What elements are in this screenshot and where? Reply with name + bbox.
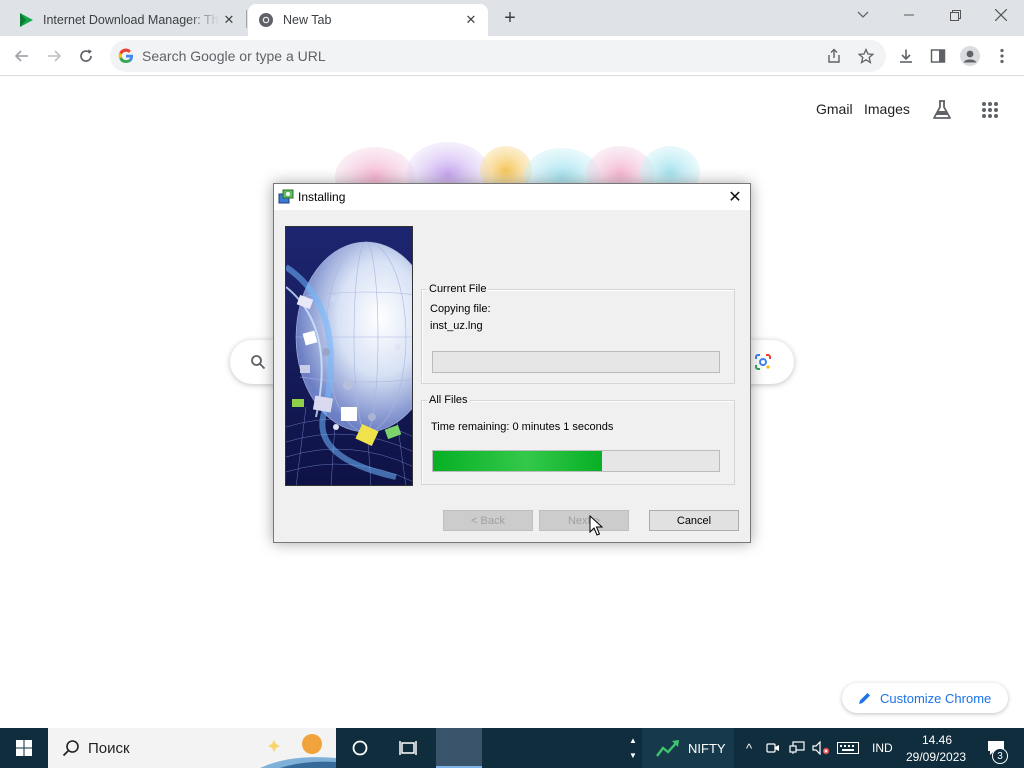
installer-globe-image <box>285 226 413 486</box>
windows-start-icon[interactable] <box>0 728 48 768</box>
labs-flask-icon[interactable] <box>928 96 956 124</box>
notification-count-badge: 3 <box>992 748 1008 764</box>
taskbar-app-idm-installer[interactable] <box>436 728 482 768</box>
current-file-group-label: Current File <box>427 283 489 295</box>
all-files-group-label: All Files <box>427 394 470 406</box>
network-icon[interactable] <box>786 728 808 768</box>
show-hidden-icons-chevron-icon[interactable]: ^ <box>740 728 758 768</box>
all-files-group <box>421 400 735 485</box>
dialog-title: Installing <box>298 190 346 204</box>
gmail-link[interactable]: Gmail <box>816 101 853 117</box>
time-remaining-label: Time remaining: 0 minutes 1 seconds <box>431 421 614 433</box>
clock-time[interactable]: 14.46 <box>922 733 952 747</box>
download-icon[interactable] <box>892 42 920 70</box>
taskbar-search-box[interactable]: Поиск <box>48 728 336 768</box>
windows-taskbar: Поиск ▲ ▼ NIFTY ^ IND 14.46 29/09/2023 3 <box>0 728 1024 768</box>
reload-icon[interactable] <box>72 42 100 70</box>
taskbar-search-placeholder: Поиск <box>88 740 130 757</box>
new-tab-button[interactable]: + <box>498 6 522 30</box>
close-icon[interactable]: ✕ <box>462 11 480 29</box>
mouse-cursor-icon <box>589 514 604 542</box>
stock-chart-icon <box>656 738 680 763</box>
tab-idm[interactable]: Internet Download Manager: Th ✕ <box>8 4 246 36</box>
browser-toolbar: Search Google or type a URL <box>0 36 1024 76</box>
stock-label: NIFTY <box>688 741 726 756</box>
share-icon[interactable] <box>820 42 848 70</box>
images-link[interactable]: Images <box>864 101 910 117</box>
minimize-icon[interactable] <box>886 0 932 30</box>
clock-date[interactable]: 29/09/2023 <box>906 750 966 764</box>
task-view-icon[interactable] <box>386 728 430 768</box>
copying-status-label: Copying file: <box>430 303 491 315</box>
search-icon <box>250 354 266 375</box>
kebab-menu-icon[interactable] <box>988 42 1016 70</box>
chrome-icon <box>258 12 274 28</box>
installer-app-icon <box>278 189 294 210</box>
tab-strip: Internet Download Manager: Th ✕ New Tab … <box>0 0 1024 36</box>
meet-now-icon[interactable] <box>764 728 782 768</box>
side-panel-icon[interactable] <box>924 42 952 70</box>
stock-widget[interactable]: NIFTY <box>642 728 734 768</box>
dialog-titlebar[interactable]: Installing ✕ <box>274 184 750 210</box>
dialog-close-icon[interactable]: ✕ <box>724 186 746 208</box>
window-close-icon[interactable] <box>978 0 1024 30</box>
google-g-icon <box>118 48 134 64</box>
tab-title: New Tab <box>283 13 332 27</box>
back-arrow-icon[interactable] <box>8 42 36 70</box>
current-filename: inst_uz.lng <box>430 320 483 332</box>
search-highlight-image <box>260 732 336 773</box>
bookmark-star-icon[interactable] <box>852 42 880 70</box>
pencil-icon <box>858 692 871 705</box>
restore-icon[interactable] <box>932 0 978 30</box>
cancel-button[interactable]: Cancel <box>649 510 739 531</box>
google-lens-icon[interactable] <box>754 353 772 376</box>
taskbar-scroll-arrows-icon[interactable]: ▲ ▼ <box>626 728 640 768</box>
cortana-icon[interactable] <box>338 728 382 768</box>
speaker-muted-icon[interactable] <box>810 728 832 768</box>
forward-arrow-icon[interactable] <box>40 42 68 70</box>
all-files-progress-fill <box>433 451 602 471</box>
keyboard-icon[interactable] <box>834 728 862 768</box>
close-icon[interactable]: ✕ <box>220 11 238 29</box>
search-icon <box>62 739 80 762</box>
tab-separator <box>246 10 247 28</box>
current-file-progress-bar <box>432 351 720 373</box>
next-button[interactable]: Next > <box>539 510 629 531</box>
idm-play-icon <box>18 12 34 28</box>
customize-chrome-button[interactable]: Customize Chrome <box>842 683 1008 713</box>
apps-grid-icon[interactable] <box>976 96 1004 124</box>
tab-search-chevron-icon[interactable] <box>840 0 886 30</box>
tab-new-tab[interactable]: New Tab ✕ <box>248 4 488 36</box>
installer-dialog: Installing ✕ Current File Copying file: … <box>273 183 751 543</box>
all-files-progress-bar <box>432 450 720 472</box>
omnibox-placeholder: Search Google or type a URL <box>142 48 326 64</box>
omnibox[interactable]: Search Google or type a URL <box>110 40 886 72</box>
back-button[interactable]: < Back <box>443 510 533 531</box>
input-language[interactable]: IND <box>872 741 893 755</box>
profile-avatar-icon[interactable] <box>956 42 984 70</box>
customize-chrome-label: Customize Chrome <box>880 690 992 706</box>
tab-title: Internet Download Manager: Th <box>43 13 219 27</box>
